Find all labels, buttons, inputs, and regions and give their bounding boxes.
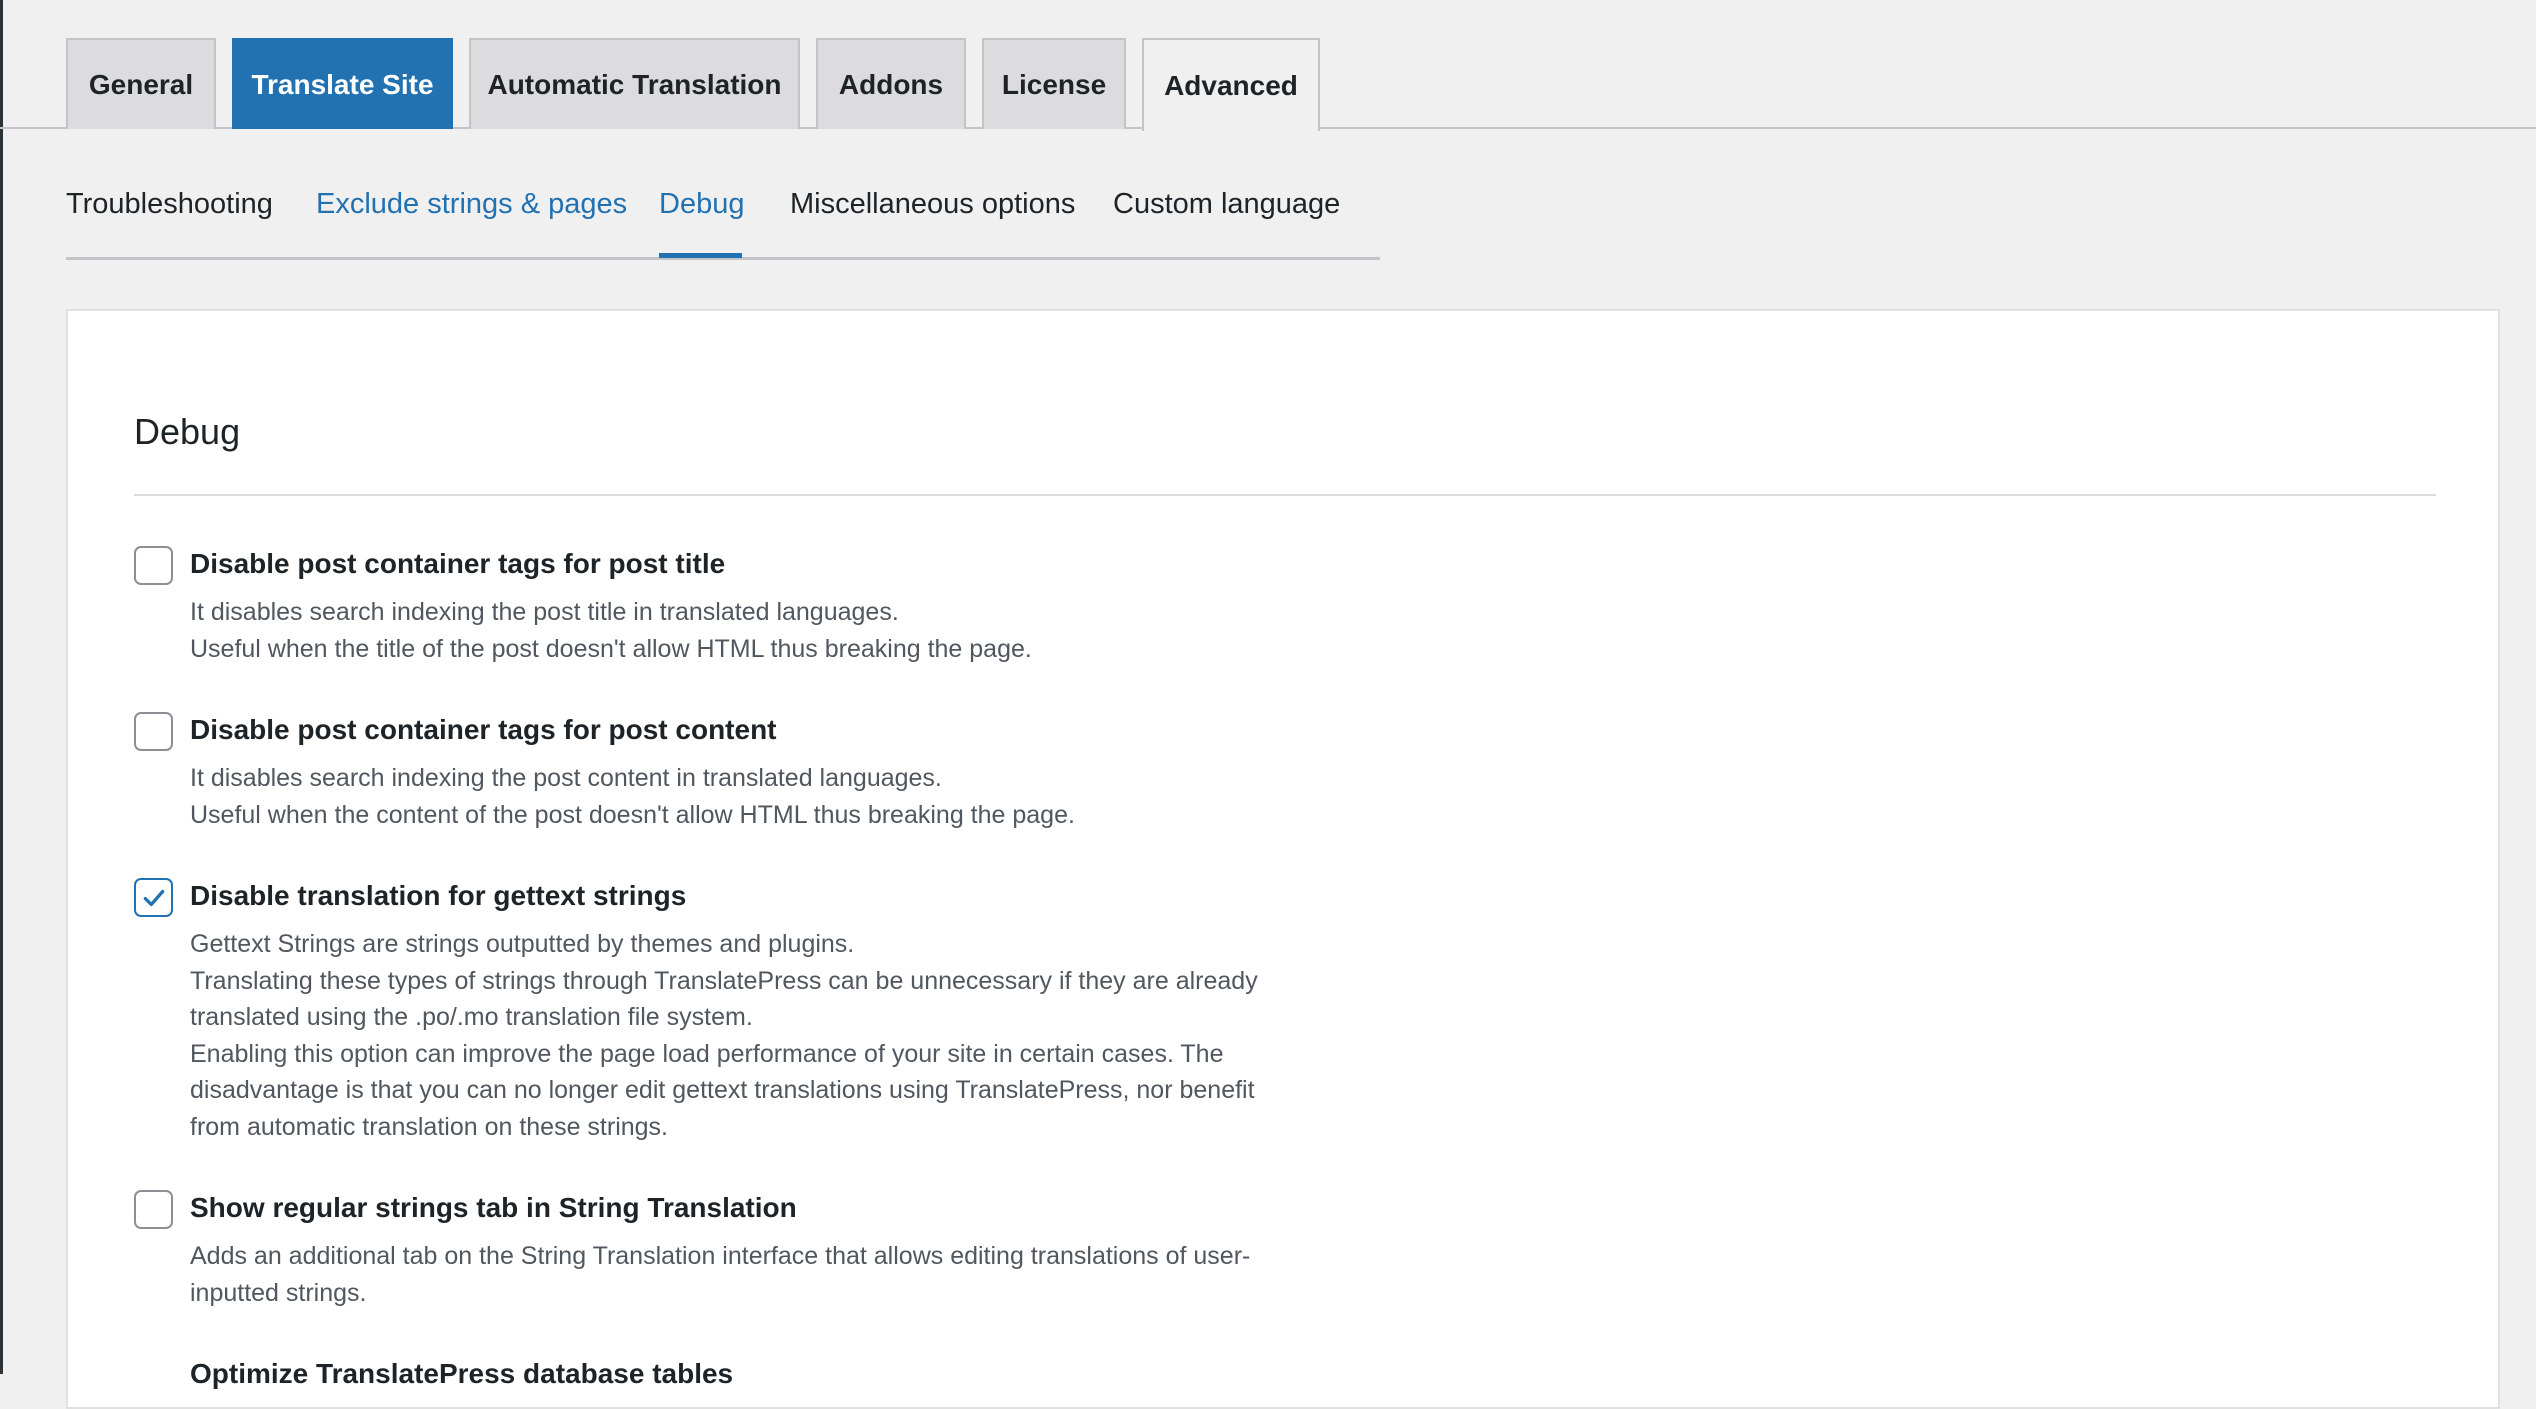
advanced-subnav: Troubleshooting Exclude strings & pages … xyxy=(66,160,1380,260)
subnav-debug[interactable]: Debug xyxy=(659,188,744,221)
option-label: Show regular strings tab in String Trans… xyxy=(190,1192,797,1223)
option-label: Disable post container tags for post tit… xyxy=(190,548,726,579)
description-line: Enabling this option can improve the pag… xyxy=(190,1039,1224,1068)
description-line: It disables search indexing the post tit… xyxy=(190,598,899,626)
subnav-troubleshooting[interactable]: Troubleshooting xyxy=(66,188,273,221)
checkbox-post-title-tags[interactable] xyxy=(134,546,173,585)
active-subnav-indicator xyxy=(659,253,742,258)
description-line: Translating these types of strings throu… xyxy=(190,966,1258,995)
option-description: Adds an additional tab on the String Tra… xyxy=(190,1238,1430,1311)
subnav-custom-language[interactable]: Custom language xyxy=(1113,188,1340,221)
option-description: Gettext Strings are strings outputted by… xyxy=(190,926,1430,1145)
window-edge xyxy=(0,0,3,1374)
description-line: Useful when the content of the post does… xyxy=(190,800,1075,829)
tab-addons[interactable]: Addons xyxy=(816,38,966,129)
tab-license[interactable]: License xyxy=(982,38,1126,129)
option-label: Disable post container tags for post con… xyxy=(190,714,777,745)
description-line: Useful when the title of the post doesn'… xyxy=(190,634,1032,663)
settings-tab-bar: General Translate Site Automatic Transla… xyxy=(0,0,2536,131)
option-description: It disables search indexing the post con… xyxy=(190,760,1430,833)
subnav-exclude-strings[interactable]: Exclude strings & pages xyxy=(316,188,627,221)
subnav-miscellaneous[interactable]: Miscellaneous options xyxy=(790,188,1075,221)
description-line: translated using the .po/.mo translation… xyxy=(190,1003,753,1031)
checkbox-regular-strings-tab[interactable] xyxy=(134,1190,173,1229)
tab-general[interactable]: General xyxy=(66,38,216,129)
checkmark-icon xyxy=(143,889,164,906)
description-line: from automatic translation on these stri… xyxy=(190,1112,669,1141)
option-label[interactable]: Optimize TranslatePress database tables xyxy=(190,1358,733,1390)
section-title: Debug xyxy=(134,411,241,452)
debug-settings-panel: Debug Disable post container tags for po… xyxy=(66,309,2500,1409)
checkbox-disable-gettext[interactable] xyxy=(134,878,173,917)
tab-automatic-translation[interactable]: Automatic Translation xyxy=(469,38,800,129)
description-line: disadvantage is that you can no longer e… xyxy=(190,1076,1255,1104)
description-line: inputted strings. xyxy=(190,1278,367,1307)
description-line: Adds an additional tab on the String Tra… xyxy=(190,1242,1251,1270)
option-label: Disable translation for gettext strings xyxy=(190,880,687,911)
section-divider xyxy=(134,494,2436,496)
checkbox-post-content-tags[interactable] xyxy=(134,712,173,751)
tab-advanced[interactable]: Advanced xyxy=(1142,38,1320,131)
tab-translate-site[interactable]: Translate Site xyxy=(232,38,453,129)
description-line: It disables search indexing the post con… xyxy=(190,764,942,792)
option-description: It disables search indexing the post tit… xyxy=(190,594,1430,667)
description-line: Gettext Strings are strings outputted by… xyxy=(190,930,855,958)
